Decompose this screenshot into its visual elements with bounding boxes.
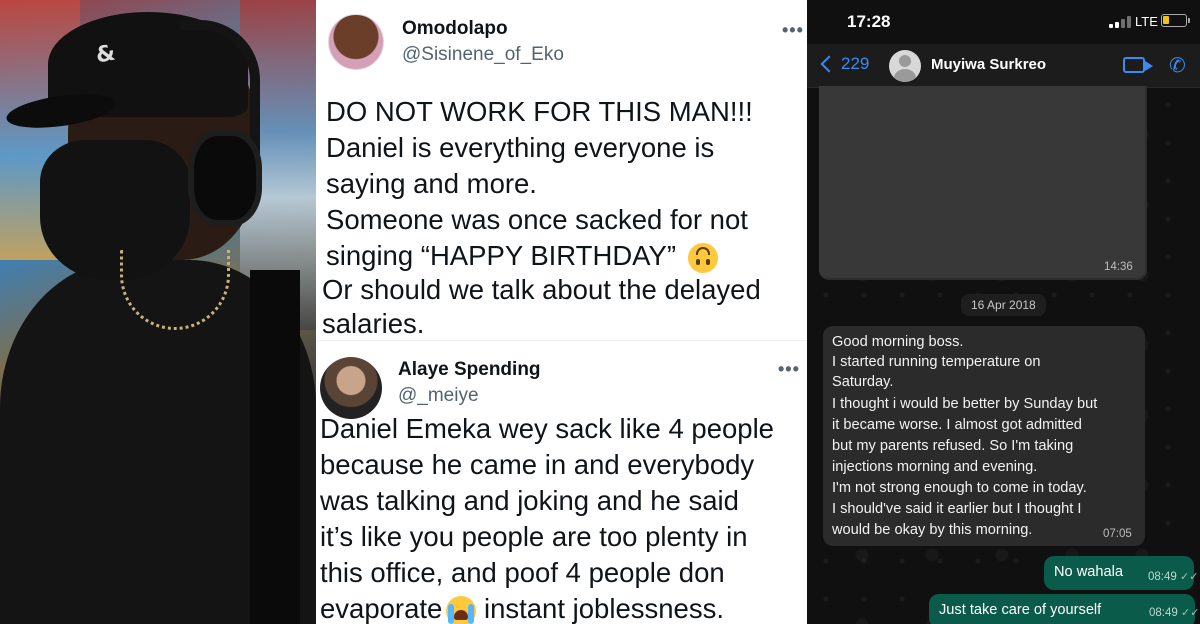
tweet-text-segment: evaporate <box>320 593 443 624</box>
double-check-icon: ✓✓ <box>1180 570 1199 583</box>
battery-icon <box>1161 14 1190 27</box>
tweet-text-line: DO NOT WORK FOR THIS MAN!!! <box>326 96 753 127</box>
message-line: Saturday. <box>832 374 894 390</box>
tweet-text-segment: singing “HAPPY BIRTHDAY” <box>326 240 676 271</box>
message-line: I should've said it earlier but I though… <box>832 501 1082 517</box>
tweet-text-line: Daniel Emeka wey sack like 4 people <box>320 413 774 444</box>
message-text: Just take care of yourself <box>939 602 1102 618</box>
tweet-author-name[interactable]: Omodolapo <box>402 18 508 40</box>
message-time: 07:05 <box>1103 528 1132 540</box>
man-photo: & <box>0 0 316 624</box>
tweet-text-line: saying and more. <box>326 168 537 199</box>
more-horizontal-icon[interactable]: ••• <box>782 20 804 41</box>
message-time: 08:49 <box>1149 607 1178 619</box>
double-check-icon: ✓✓ <box>1181 606 1200 619</box>
unread-count: 229 <box>841 54 870 73</box>
back-button[interactable]: 229 <box>817 54 869 74</box>
outgoing-message[interactable]: Just take care of yourself 08:49 ✓✓ <box>929 594 1199 624</box>
tweet-text-line: it’s like you people are too plenty in <box>320 521 748 552</box>
tweet-author-handle[interactable]: @_meiye <box>398 385 479 407</box>
headphone-cup <box>188 130 262 226</box>
message-line: I thought i would be better by Sunday bu… <box>832 396 1098 412</box>
message-line: Good morning boss. <box>832 334 964 350</box>
tweet-author-name[interactable]: Alaye Spending <box>398 359 541 381</box>
message-text: No wahala <box>1054 564 1123 580</box>
outgoing-message[interactable]: No wahala 08:49 ✓✓ <box>1044 556 1198 590</box>
contact-avatar[interactable] <box>889 50 921 82</box>
tweet-text-line: Or should we talk about the delayed <box>322 274 761 305</box>
network-label: LTE <box>1135 14 1158 29</box>
tweet-text-line: Someone was once sacked for not <box>326 204 748 235</box>
media-message[interactable]: 14:36 <box>819 86 1147 280</box>
tweet-author-handle[interactable]: @Sisinene_of_Eko <box>402 44 564 66</box>
message-line: injections morning and evening. <box>832 459 1038 475</box>
loudly-crying-face-emoji <box>446 595 477 624</box>
whatsapp-chat-screen: 17:28 LTE 229 Muyiwa Surkreo ✆ 14:36 16 … <box>807 0 1200 624</box>
tweet-text-line: salaries. <box>322 308 425 339</box>
avatar[interactable] <box>320 357 382 419</box>
contact-name[interactable]: Muyiwa Surkreo <box>931 56 1046 73</box>
more-horizontal-icon[interactable]: ••• <box>778 359 800 380</box>
message-line: but my parents refused. So I'm taking <box>832 438 1074 454</box>
message-time: 14:36 <box>1104 261 1133 273</box>
tweet-text-line: Daniel is everything everyone is <box>326 132 715 163</box>
tweet-text-line: because he came in and everybody <box>320 449 755 480</box>
tweets-panel: Omodolapo @Sisinene_of_Eko ••• DO NOT WO… <box>316 0 807 624</box>
tweet-text-line-with-emoji: evaporate instant joblessness. <box>320 593 724 624</box>
media-thumbnail <box>819 86 1145 278</box>
chat-header: 229 Muyiwa Surkreo ✆ <box>807 44 1200 88</box>
tweet-text-line: this office, and poof 4 people don <box>320 557 725 588</box>
avatar[interactable] <box>328 14 384 70</box>
phone-call-icon[interactable]: ✆ <box>1169 54 1191 76</box>
message-line: I started running temperature on <box>832 354 1041 370</box>
cap-logo: & <box>93 40 118 69</box>
message-time: 08:49 <box>1148 571 1177 583</box>
date-separator: 16 Apr 2018 <box>961 294 1046 316</box>
message-line: I'm not strong enough to come in today. <box>832 480 1087 496</box>
tweet-alaye-spending: Alaye Spending @_meiye ••• Daniel Emeka … <box>316 340 807 624</box>
status-bar: 17:28 LTE <box>807 0 1200 44</box>
upside-down-face-emoji <box>687 242 718 273</box>
tweet-text-line-with-emoji: singing “HAPPY BIRTHDAY” <box>326 240 718 273</box>
tweet-text-segment: instant joblessness. <box>476 593 724 624</box>
signal-icon <box>1109 16 1135 28</box>
video-call-icon[interactable] <box>1123 57 1153 73</box>
message-line: it became worse. I almost got admitted <box>832 417 1082 433</box>
tweet-text-line: was talking and joking and he said <box>320 485 739 516</box>
bag-strap <box>250 270 300 624</box>
incoming-message[interactable]: Good morning boss. I started running tem… <box>823 326 1145 546</box>
chevron-left-icon <box>820 55 838 73</box>
status-time: 17:28 <box>847 12 891 31</box>
message-line: would be okay by this morning. <box>832 522 1033 538</box>
